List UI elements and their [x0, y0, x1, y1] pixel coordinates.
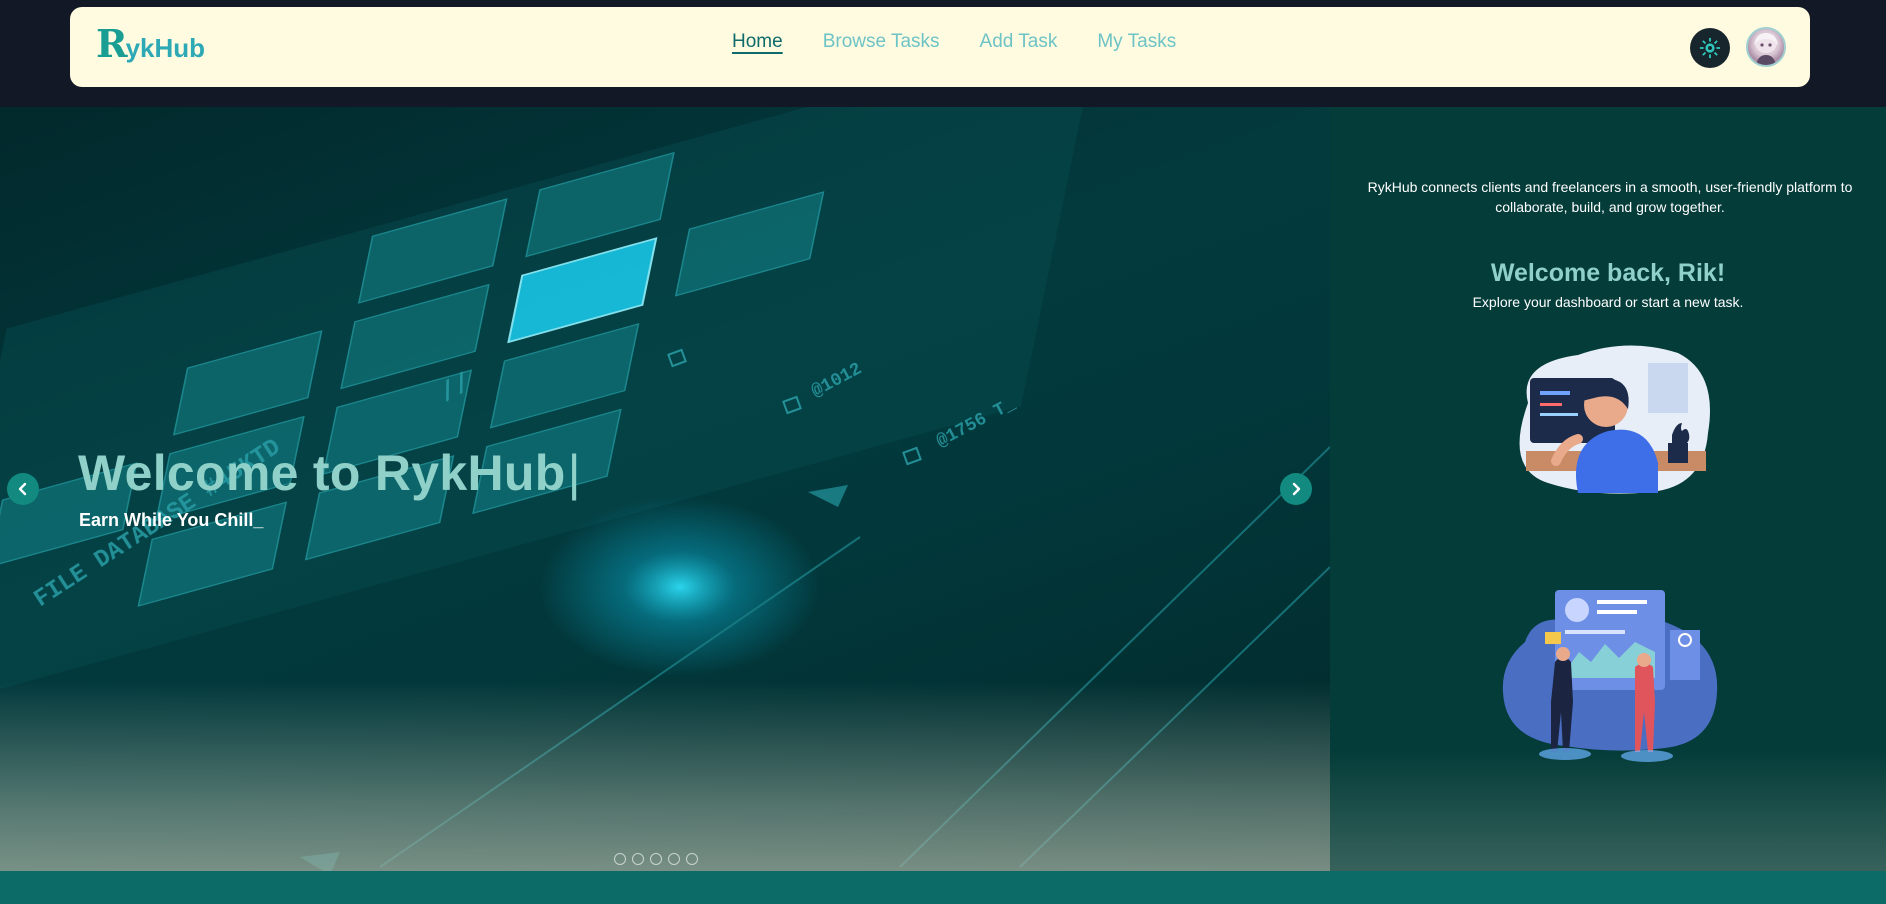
nav-links: Home Browse Tasks Add Task My Tasks — [732, 31, 1176, 53]
chevron-left-icon — [18, 482, 27, 496]
logo-initial: R — [96, 21, 128, 66]
nav-home-link[interactable]: Home — [732, 31, 783, 53]
slide-dot-4[interactable] — [668, 853, 680, 865]
slider-pagination — [614, 853, 698, 865]
slide-fog-overlay — [0, 681, 1330, 871]
hero-subtitle: Earn While You Chill_ — [79, 510, 264, 530]
platform-intro-text: RykHub connects clients and freelancers … — [1367, 179, 1853, 215]
theme-toggle-button[interactable] — [1690, 28, 1730, 68]
developer-illustration — [1519, 345, 1710, 494]
welcome-heading: Welcome back, Rik! — [1490, 259, 1726, 287]
gear-icon — [1699, 37, 1721, 59]
welcome-panel: RykHub connects clients and freelancers … — [1330, 107, 1886, 871]
chevron-right-icon — [1292, 482, 1301, 496]
avatar-image — [1754, 33, 1778, 65]
nav-browse-tasks-link[interactable]: Browse Tasks — [823, 31, 940, 53]
footer-strip — [0, 871, 1886, 904]
top-navbar: R ykHub Home Browse Tasks Add Task My Ta… — [70, 7, 1810, 87]
slide-dot-2[interactable] — [632, 853, 644, 865]
user-avatar[interactable] — [1746, 27, 1786, 67]
slide-dot-3[interactable] — [650, 853, 662, 865]
hero-title: Welcome to RykHub| — [78, 445, 581, 501]
panel-fog-overlay — [1330, 751, 1886, 871]
slider-next-button[interactable] — [1280, 473, 1312, 505]
rykhub-logo[interactable]: R ykHub — [96, 21, 206, 66]
logo-text: ykHub — [125, 33, 206, 63]
slider-prev-button[interactable] — [7, 473, 39, 505]
hero-slider: FILE DATABASE #45KTD @1012 @1756 T_ // W… — [0, 107, 1330, 871]
hero-section: FILE DATABASE #45KTD @1012 @1756 T_ // W… — [0, 107, 1886, 871]
nav-my-tasks-link[interactable]: My Tasks — [1097, 31, 1176, 53]
subtitle-cursor: _ — [253, 510, 264, 530]
typing-cursor: | — [567, 445, 581, 501]
welcome-subtext: Explore your dashboard or start a new ta… — [1472, 294, 1744, 310]
team-dashboard-illustration — [1502, 590, 1718, 762]
slide-dot-1[interactable] — [614, 853, 626, 865]
nav-add-task-link[interactable]: Add Task — [980, 31, 1058, 53]
slide-dot-5[interactable] — [686, 853, 698, 865]
